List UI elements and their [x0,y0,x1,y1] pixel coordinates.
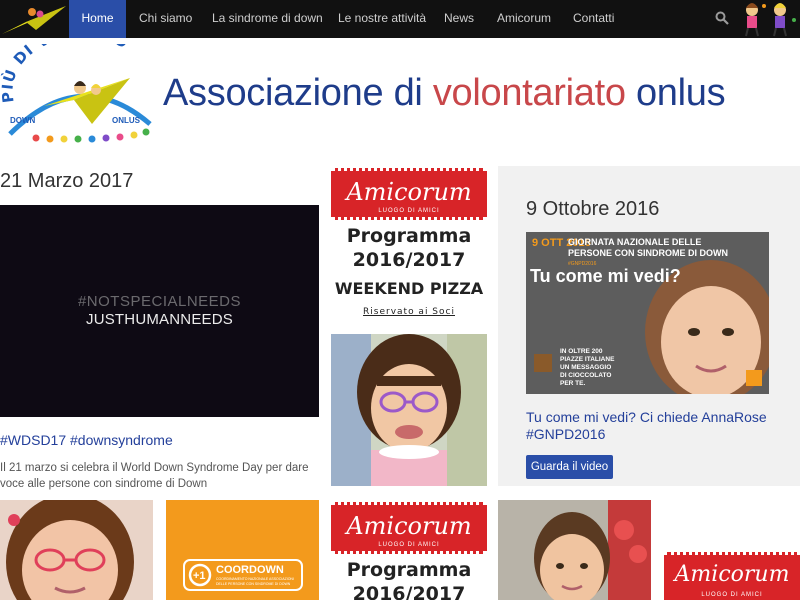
featured-post-title-line2[interactable]: #GNPD2016 [526,426,605,442]
title-part-associazione: Associazione [163,72,384,114]
amicorum-banner: Amicorum LUOGO DI AMICI [331,168,487,220]
poster-line-programma: Programma [346,225,472,247]
bottom-tile-amicorum[interactable]: Amicorum LUOGO DI AMICI Programma 2016/2… [331,500,487,600]
kids-illustration-icon [745,3,796,37]
poster-line-riservato: Riservato ai Soci [363,307,455,317]
girl-photo [0,500,153,600]
amicorum-poster[interactable]: Amicorum LUOGO DI AMICI Programma 2016/2… [331,166,487,486]
nav-item-news[interactable]: News [444,0,474,38]
video-overlay-line1: #NOTSPECIALNEEDS [77,293,242,310]
title-part-volontariato: volontariato [432,72,626,114]
boy-photo [498,500,651,600]
poster-line-weekend-pizza: WEEKEND PIZZA [334,279,484,298]
amicorum-banner-text: Amicorum [346,178,472,206]
coordown-sub-line2: DELLE PERSONE CON SINDROME DI DOWN [216,582,291,586]
gnpd-small-line3: UN MESSAGGIO [560,364,611,371]
bottom-tile-girl-photo[interactable] [0,500,153,600]
amicorum-banner: Amicorum LUOGO DI AMICI [331,502,487,554]
coordown-sub-line1: COORDINAMENTO NAZIONALE ASSOCIAZIONI [216,577,294,581]
gnpd-tagline: Tu come mi vedi? [530,266,681,286]
nav-item-chi-siamo[interactable]: Chi siamo [139,0,192,38]
bottom-tile-coordown[interactable]: +1 COORDOWN COORDINAMENTO NAZIONALE ASSO… [166,500,319,600]
nav-item-contatti[interactable]: Contatti [573,0,614,38]
gnpd-small-line1: IN OLTRE 200 [560,348,603,355]
nav-item-home[interactable]: Home [69,0,126,38]
coordown-logo: +1 COORDOWN COORDINAMENTO NAZIONALE ASSO… [166,500,319,600]
logo-down-text: DOWN [10,116,36,125]
gnpd-small-line4: DI CIOCCOLATO [560,372,611,379]
child-photo [331,334,487,486]
title-part-di: di [393,72,423,114]
gnpd-campaign-graphic: 9 OTT 2016 GIORNATA NAZIONALE DELLE PERS… [526,232,769,394]
coordown-title: COORDOWN [216,564,284,576]
poster-line-programma: Programma [346,559,472,581]
bottom-tile-amicorum-right[interactable]: Amicorum LUOGO DI AMICI [664,500,800,600]
association-logo[interactable]: PIÙ DI VENTUNO DOWN ONLUS [0,44,156,144]
amicorum-banner: Amicorum LUOGO DI AMICI [664,552,800,600]
nav-item-attivita[interactable]: Le nostre attività [338,0,426,38]
gnpd-campaign-image[interactable]: 9 OTT 2016 GIORNATA NAZIONALE DELLE PERS… [526,232,769,394]
amicorum-banner-text: Amicorum [346,512,472,540]
nav-item-sindrome-down[interactable]: La sindrome di down [212,0,323,38]
chocolate-icon [534,354,552,372]
post-excerpt: Il 21 marzo si celebra il World Down Syn… [0,462,309,490]
gnpd-heading-line1: GIORNATA NAZIONALE DELLE [568,237,701,247]
gnpd-heading-line2: PERSONE CON SINDROME DI DOWN [568,248,728,258]
video-player[interactable]: #NOTSPECIALNEEDS JUSTHUMANNEEDS [0,205,319,417]
site-logo-small[interactable] [0,0,68,38]
featured-post-title-line1[interactable]: Tu come mi vedi? Ci chiede AnnaRose [526,409,767,425]
amicorum-banner-subtitle: LUOGO DI AMICI [378,208,440,214]
amicorum-banner-text: Amicorum [674,562,790,587]
title-part-onlus: onlus [635,72,726,114]
watch-video-button[interactable]: Guarda il video [526,455,613,479]
coordown-mini-logo-icon [746,370,762,386]
nav-item-amicorum[interactable]: Amicorum [497,0,551,38]
bottom-tile-boy-photo[interactable] [498,500,651,600]
gnpd-small-line5: PER TE. [560,380,585,387]
search-icon[interactable] [715,11,729,25]
poster-line-year: 2016/2017 [352,583,466,600]
amicorum-banner-subtitle: LUOGO DI AMICI [378,542,440,548]
poster-line-year: 2016/2017 [352,249,466,271]
amicorum-banner-subtitle: LUOGO DI AMICI [701,592,763,598]
logo-onlus-text: ONLUS [112,116,141,125]
svg-text:+1: +1 [193,570,206,582]
post-date: 21 Marzo 2017 [0,170,134,192]
post-title-link[interactable]: #WDSD17 #downsyndrome [0,432,173,448]
video-overlay-line2: JUSTHUMANNEEDS [86,311,233,328]
gnpd-small-line2: PIAZZE ITALIANE [560,356,615,363]
page-title: Associazione di volontariato onlus [163,72,726,115]
top-navbar: Home Chi siamo La sindrome di down Le no… [0,0,800,38]
post-date: 9 Ottobre 2016 [526,198,660,220]
